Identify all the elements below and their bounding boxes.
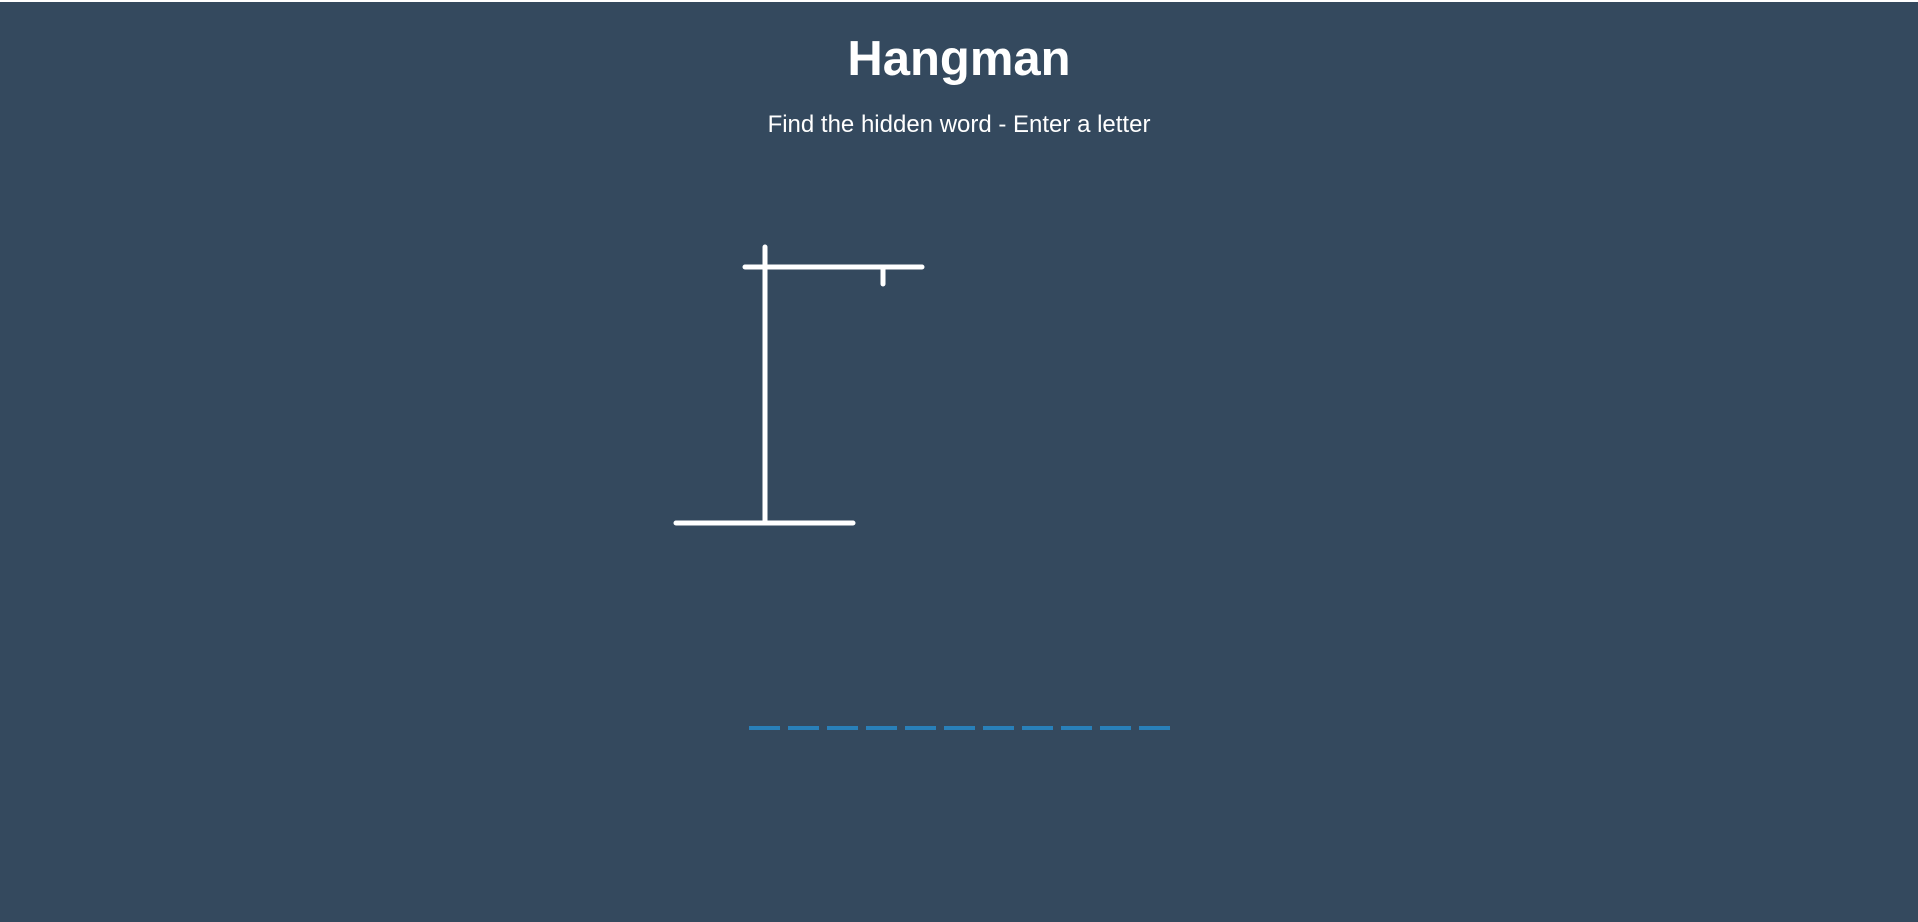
page-title: Hangman <box>847 32 1071 86</box>
letter-slot <box>865 700 897 730</box>
letter-slot <box>1099 700 1131 730</box>
top-border <box>0 0 1918 2</box>
hidden-word <box>0 700 1918 730</box>
hangman-figure <box>673 244 925 526</box>
instructions-text: Find the hidden word - Enter a letter <box>767 111 1151 138</box>
letter-slot <box>787 700 819 730</box>
letter-slot <box>1021 700 1053 730</box>
letter-slot <box>904 700 936 730</box>
letter-slot <box>1060 700 1092 730</box>
letter-slot <box>748 700 780 730</box>
letter-slot <box>826 700 858 730</box>
letter-slot <box>943 700 975 730</box>
letter-slot <box>1138 700 1170 730</box>
letter-slot <box>982 700 1014 730</box>
